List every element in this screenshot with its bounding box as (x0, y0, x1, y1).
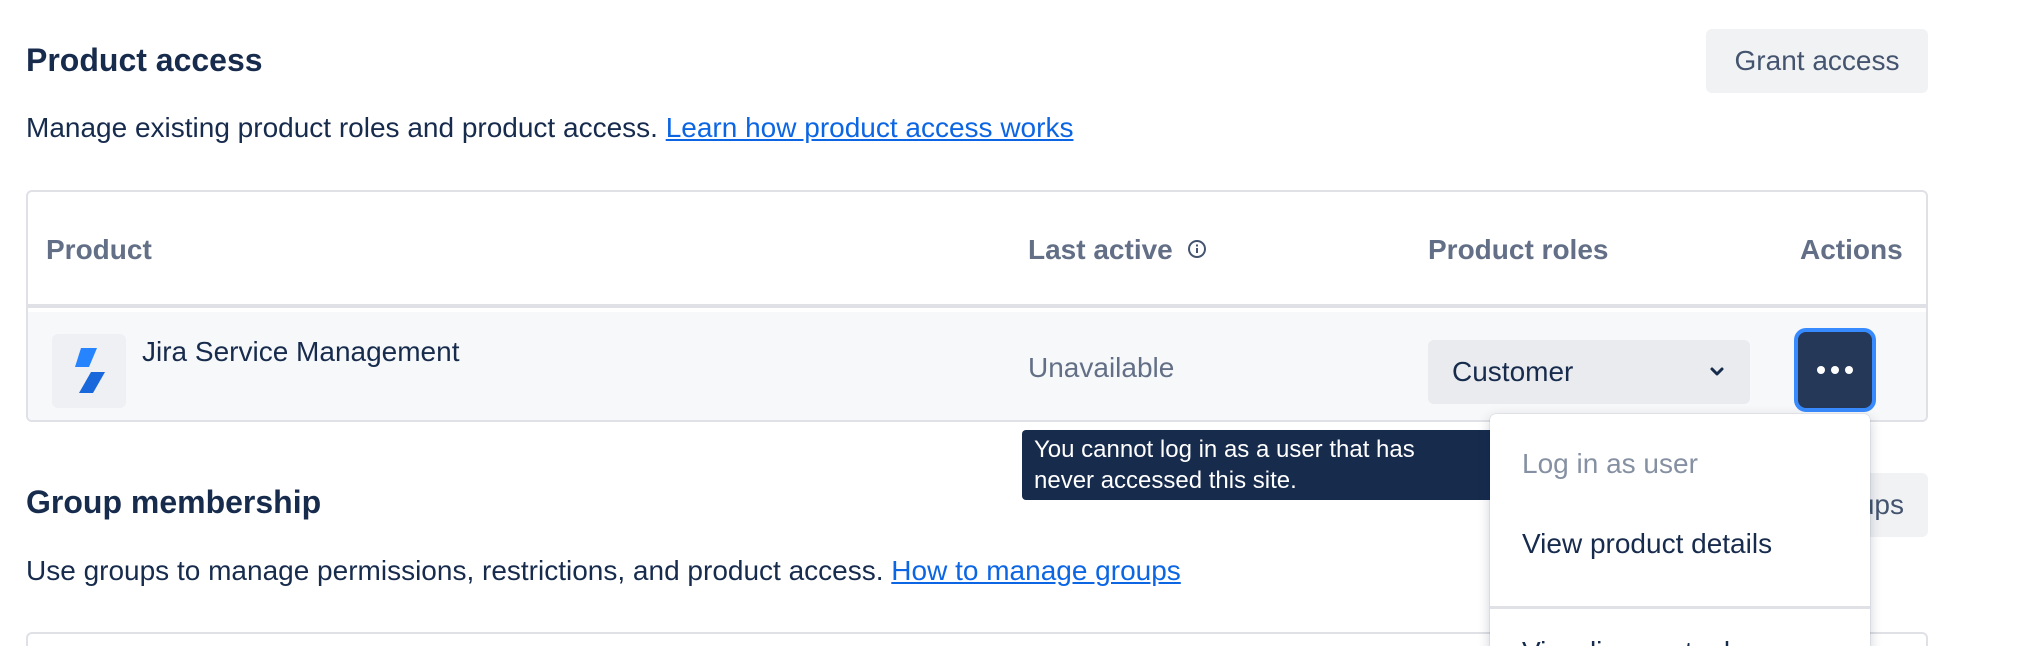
jira-service-management-logo-icon (52, 334, 126, 408)
more-actions-button[interactable] (1798, 332, 1872, 408)
product-access-description-text: Manage existing product roles and produc… (26, 112, 658, 143)
last-active-value: Unavailable (1028, 352, 1175, 383)
product-access-title: Product access (26, 42, 263, 78)
header-last-active-label: Last active (1028, 234, 1173, 265)
menu-item-view-license-tools[interactable]: View license tools (1522, 636, 1744, 646)
product-role-select[interactable]: Customer (1428, 340, 1750, 404)
header-product: Product (46, 234, 152, 265)
grant-access-button[interactable]: Grant access (1706, 29, 1928, 93)
menu-item-view-product-details[interactable]: View product details (1522, 528, 1772, 560)
product-name: Jira Service Management (142, 336, 460, 367)
header-last-active: Last active (1028, 234, 1207, 266)
learn-product-access-link[interactable]: Learn how product access works (666, 112, 1074, 143)
group-membership-description: Use groups to manage permissions, restri… (26, 555, 1181, 587)
tooltip-line-1: You cannot log in as a user that has (1034, 436, 1415, 463)
table-row: Jira Service Management Unavailable Cust… (28, 312, 1926, 420)
product-access-description: Manage existing product roles and produc… (26, 112, 1073, 144)
manage-groups-link[interactable]: How to manage groups (891, 555, 1181, 586)
more-icon-dot (1845, 366, 1853, 374)
group-membership-description-text: Use groups to manage permissions, restri… (26, 555, 884, 586)
header-actions: Actions (1800, 234, 1903, 265)
product-role-value: Customer (1452, 356, 1574, 387)
product-table: Product Last active Product roles Action… (26, 190, 1928, 422)
chevron-down-icon (1708, 356, 1726, 388)
table-header: Product Last active Product roles Action… (28, 192, 1926, 308)
menu-divider (1490, 606, 1870, 609)
menu-item-log-in-as-user[interactable]: Log in as user (1522, 448, 1698, 480)
info-icon[interactable] (1187, 234, 1207, 266)
group-membership-title: Group membership (26, 484, 322, 520)
tooltip: You cannot log in as a user that has nev… (1022, 430, 1506, 500)
tooltip-line-2: never accessed this site. (1034, 467, 1297, 494)
more-icon-dot (1831, 366, 1839, 374)
more-icon-dot (1817, 366, 1825, 374)
header-product-roles: Product roles (1428, 234, 1609, 265)
actions-menu: Log in as user View product details View… (1490, 414, 1870, 646)
